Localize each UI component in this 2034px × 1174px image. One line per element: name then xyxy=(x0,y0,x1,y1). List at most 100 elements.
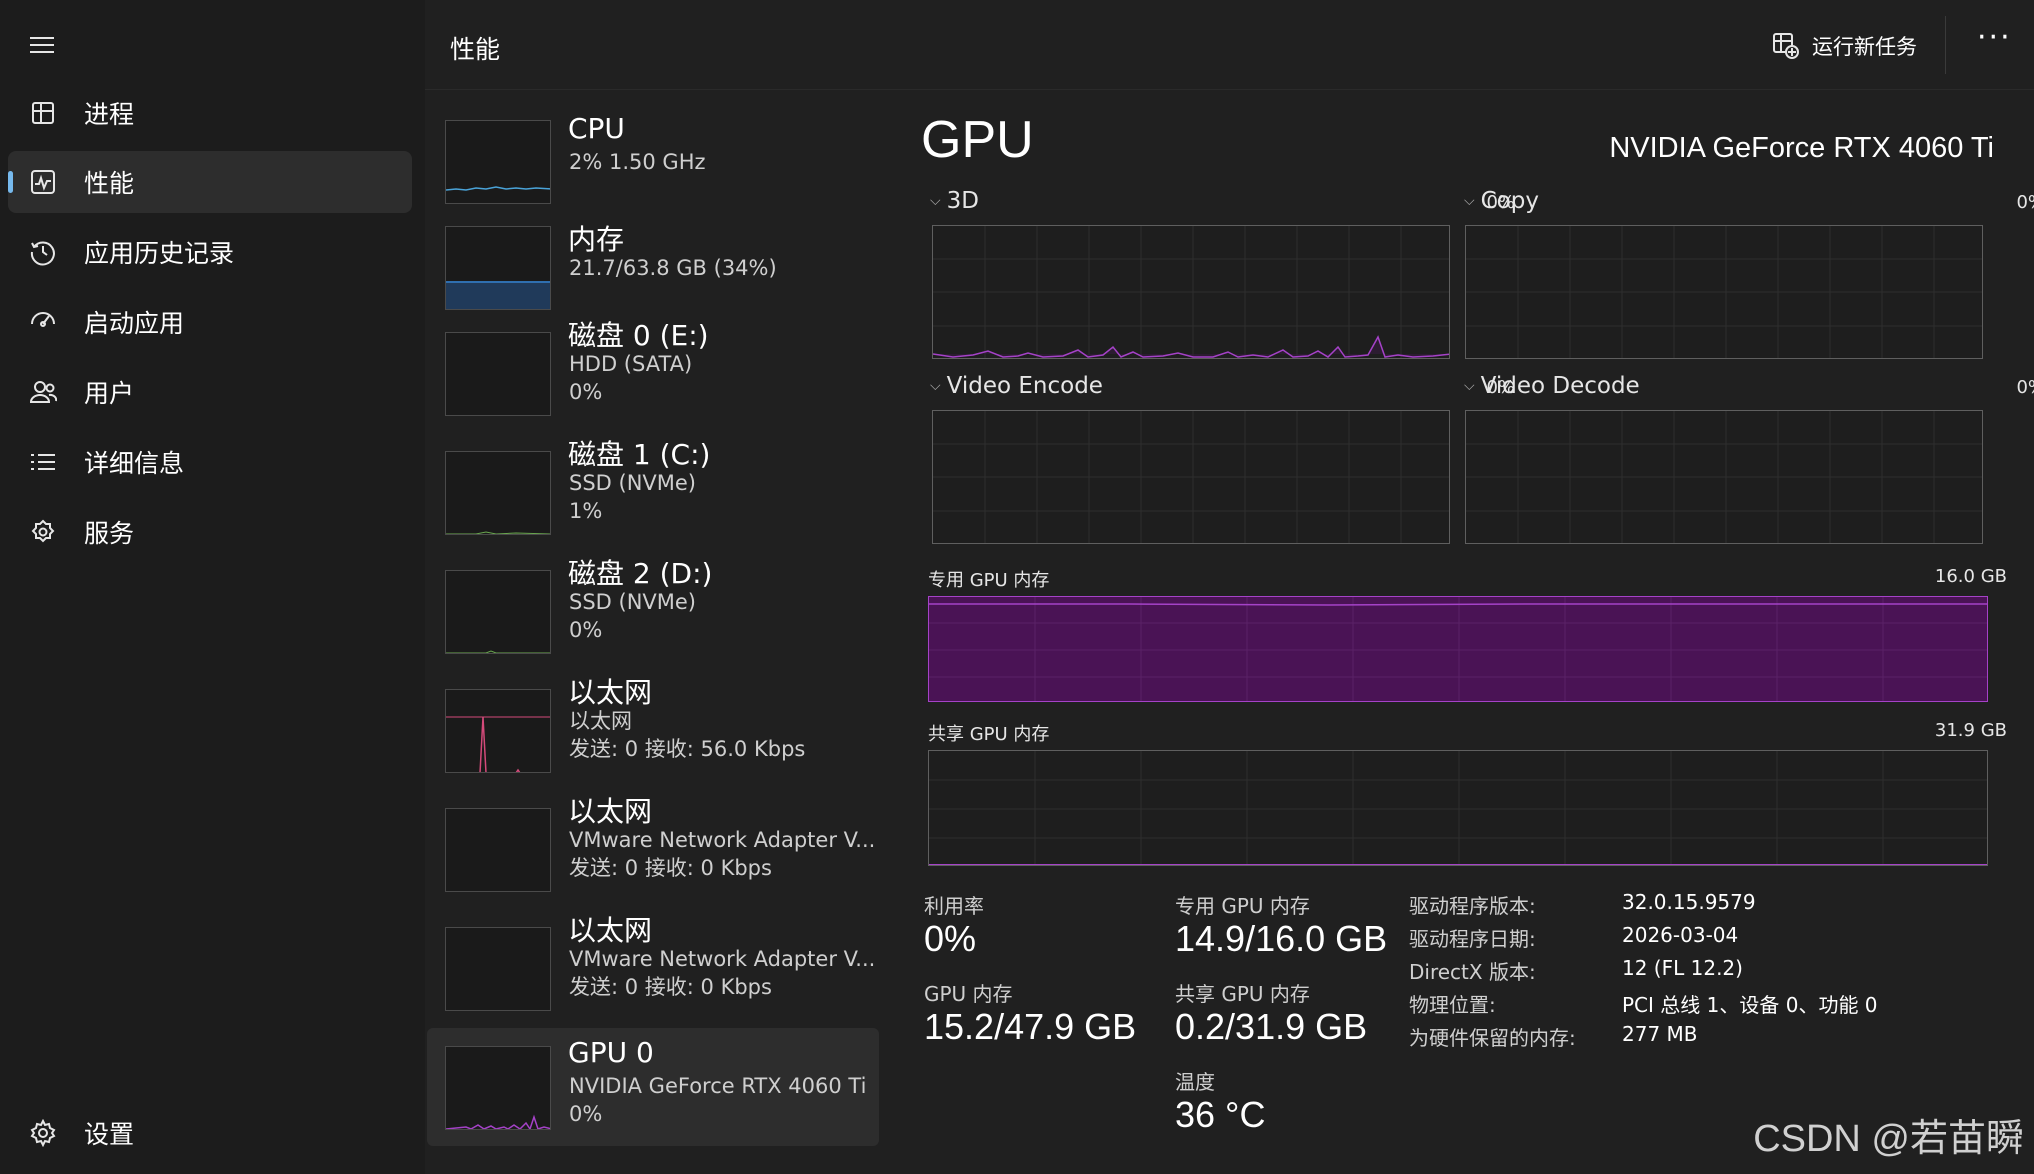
sidebar-item-label: 进程 xyxy=(84,100,135,129)
engine-selector-video-decode[interactable]: ⌵ Video Decode xyxy=(1464,373,1640,399)
device-item-ethernet-1[interactable]: 以太网 以太网 发送: 0 接收: 56.0 Kbps xyxy=(427,671,879,789)
sidebar-item-label: 服务 xyxy=(84,519,135,548)
device-item-disk-0[interactable]: 磁盘 0 (E:) HDD (SATA) 0% xyxy=(427,314,879,432)
driver-version-value: 32.0.15.9579 xyxy=(1622,890,1756,914)
device-item-disk-2[interactable]: 磁盘 2 (D:) SSD (NVMe) 0% xyxy=(427,552,879,670)
device-name: 以太网 xyxy=(568,795,653,828)
engine-graph-copy xyxy=(1465,225,1983,359)
device-usage: 发送: 0 接收: 56.0 Kbps xyxy=(569,737,806,761)
device-list: CPU 2% 1.50 GHz 内存 21.7/63.8 GB (34%) 磁盘… xyxy=(425,90,885,1174)
history-icon xyxy=(28,237,58,267)
chevron-down-icon: ⌵ xyxy=(1464,378,1475,394)
shared-memory-max: 31.9 GB xyxy=(1934,720,2007,741)
engine-graph-video-decode xyxy=(1465,410,1983,544)
services-icon xyxy=(28,517,58,547)
users-icon xyxy=(28,377,58,407)
sidebar-item-app-history[interactable]: 应用历史记录 xyxy=(8,221,412,283)
more-options-icon[interactable]: ··· xyxy=(1977,23,2017,60)
engine-selector-copy[interactable]: ⌵ Copy xyxy=(1464,188,1539,214)
run-new-task-label: 运行新任务 xyxy=(1812,35,1917,59)
sidebar-item-details[interactable]: 详细信息 xyxy=(8,431,412,493)
performance-icon xyxy=(28,167,58,197)
device-item-ethernet-3[interactable]: 以太网 VMware Network Adapter V... 发送: 0 接收… xyxy=(427,909,879,1027)
sidebar-item-services[interactable]: 服务 xyxy=(8,501,412,563)
chevron-down-icon: ⌵ xyxy=(930,193,941,209)
ethernet-thumbnail-graph xyxy=(445,808,551,892)
run-new-task-button[interactable]: 运行新任务 xyxy=(1772,24,1917,68)
utilization-value: 0% xyxy=(924,918,977,959)
task-manager-window: 进程 性能 应用历史记录 启动应用 用户 详细信息 服务 设置 性能 运行新任务… xyxy=(0,0,2034,1174)
engine-percent: 0% xyxy=(2016,377,2034,398)
chevron-down-icon: ⌵ xyxy=(930,378,941,394)
sidebar-item-processes[interactable]: 进程 xyxy=(8,82,412,144)
engine-graph-3d xyxy=(932,225,1450,359)
engine-graph-video-encode xyxy=(932,410,1450,544)
settings-label: 设置 xyxy=(84,1120,135,1149)
device-detail: 21.7/63.8 GB (34%) xyxy=(569,256,777,280)
shared-memory-graph xyxy=(928,750,1988,866)
device-name: 内存 xyxy=(568,223,625,256)
device-name: 磁盘 1 (C:) xyxy=(568,438,711,471)
gear-icon xyxy=(28,1118,58,1148)
sidebar-item-label: 性能 xyxy=(84,169,135,198)
sidebar: 进程 性能 应用历史记录 启动应用 用户 详细信息 服务 设置 xyxy=(0,0,425,1174)
page-title: 性能 xyxy=(450,35,501,64)
device-detail: 以太网 xyxy=(569,709,632,733)
temperature-label: 温度 xyxy=(1175,1070,1215,1094)
device-usage: 0% xyxy=(569,1102,603,1126)
sidebar-item-performance[interactable]: 性能 xyxy=(8,151,412,213)
device-name: 磁盘 2 (D:) xyxy=(568,557,713,590)
device-usage: 1% xyxy=(569,499,603,523)
ethernet-thumbnail-graph xyxy=(445,927,551,1011)
hardware-reserved-memory-label: 为硬件保留的内存: xyxy=(1409,1026,1576,1050)
engine-label: Video Decode xyxy=(1480,373,1640,399)
engine-selector-video-encode[interactable]: ⌵ Video Encode xyxy=(930,373,1103,399)
disk-thumbnail-graph xyxy=(445,570,551,654)
device-name: GPU 0 xyxy=(568,1036,654,1069)
watermark: CSDN @若苗瞬 xyxy=(1753,1118,2024,1160)
header-bar: 性能 运行新任务 ··· xyxy=(425,0,2034,90)
temperature-value: 36 °C xyxy=(1175,1094,1266,1135)
shared-memory-label: 共享 GPU 内存 xyxy=(928,724,1050,745)
shared-memory-stat-value: 0.2/31.9 GB xyxy=(1175,1006,1368,1047)
device-usage: 发送: 0 接收: 0 Kbps xyxy=(569,975,772,999)
sidebar-item-label: 应用历史记录 xyxy=(84,239,235,268)
gpu-memory-label: GPU 内存 xyxy=(924,982,1013,1006)
processes-icon xyxy=(28,98,58,128)
device-usage: 0% xyxy=(569,618,603,642)
device-usage: 0% xyxy=(569,380,603,404)
sidebar-item-users[interactable]: 用户 xyxy=(8,361,412,423)
hardware-reserved-memory-value: 277 MB xyxy=(1622,1022,1698,1046)
device-detail: NVIDIA GeForce RTX 4060 Ti xyxy=(569,1074,867,1098)
engine-label: Video Encode xyxy=(946,373,1103,399)
device-detail: VMware Network Adapter V... xyxy=(569,947,876,971)
sidebar-item-settings[interactable]: 设置 xyxy=(8,1102,412,1164)
engine-selector-3d[interactable]: ⌵ 3D xyxy=(930,188,979,214)
device-detail: VMware Network Adapter V... xyxy=(569,828,876,852)
device-item-disk-1[interactable]: 磁盘 1 (C:) SSD (NVMe) 1% xyxy=(427,433,879,551)
device-item-ethernet-2[interactable]: 以太网 VMware Network Adapter V... 发送: 0 接收… xyxy=(427,790,879,908)
hamburger-menu-icon[interactable] xyxy=(24,28,60,60)
physical-location-label: 物理位置: xyxy=(1409,993,1496,1017)
sidebar-item-label: 详细信息 xyxy=(84,449,185,478)
memory-thumbnail-graph xyxy=(445,226,551,310)
device-item-cpu[interactable]: CPU 2% 1.50 GHz xyxy=(427,102,879,220)
driver-version-label: 驱动程序版本: xyxy=(1409,894,1536,918)
chevron-down-icon: ⌵ xyxy=(1464,193,1475,209)
device-item-memory[interactable]: 内存 21.7/63.8 GB (34%) xyxy=(427,208,879,326)
sidebar-item-label: 用户 xyxy=(84,379,135,408)
directx-version-value: 12 (FL 12.2) xyxy=(1622,956,1743,980)
gpu-title: GPU xyxy=(921,111,1034,169)
engine-label: Copy xyxy=(1480,188,1539,214)
cpu-thumbnail-graph xyxy=(445,120,551,204)
details-icon xyxy=(28,447,58,477)
dedicated-memory-graph xyxy=(928,596,1988,702)
device-detail: 2% 1.50 GHz xyxy=(569,150,706,174)
driver-date-value: 2026-03-04 xyxy=(1622,923,1739,947)
sidebar-item-startup[interactable]: 启动应用 xyxy=(8,291,412,353)
new-task-icon xyxy=(1773,33,1799,59)
utilization-label: 利用率 xyxy=(924,894,984,918)
device-item-gpu-0[interactable]: GPU 0 NVIDIA GeForce RTX 4060 Ti 0% xyxy=(427,1028,879,1146)
physical-location-value: PCI 总线 1、设备 0、功能 0 xyxy=(1622,993,1878,1017)
device-detail: SSD (NVMe) xyxy=(569,471,697,495)
